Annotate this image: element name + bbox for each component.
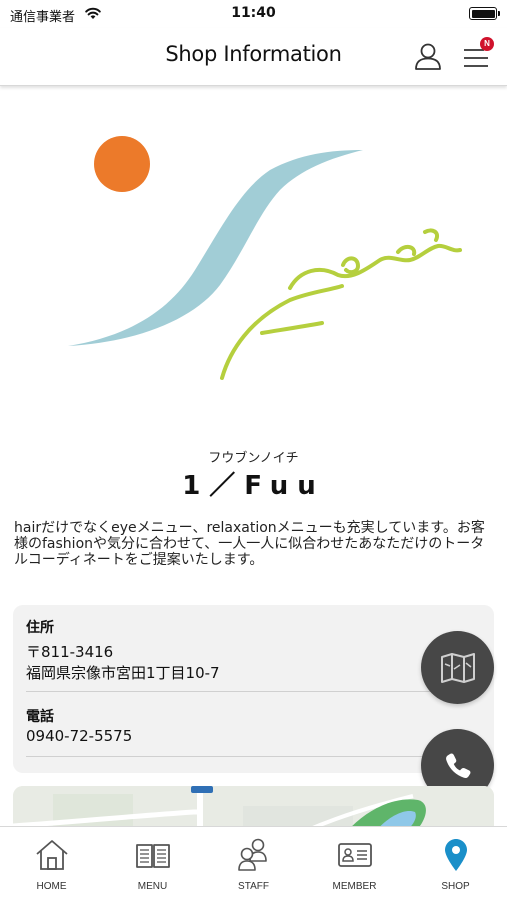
postal-code: 〒811-3416: [26, 643, 114, 661]
member-card-icon: [338, 843, 372, 867]
staff-icon: [238, 838, 267, 871]
address-text: 福岡県宗像市宮田1丁目10-7: [26, 664, 220, 682]
map-icon: [440, 652, 475, 683]
home-icon: [36, 840, 68, 870]
tab-label: SHOP: [441, 881, 470, 892]
phone-icon: [445, 752, 470, 778]
tab-staff[interactable]: STAFF: [203, 827, 304, 900]
tab-member[interactable]: MEMBER: [304, 827, 405, 900]
tab-label: MENU: [137, 881, 168, 892]
notification-badge: N: [480, 37, 494, 51]
tab-label: HOME: [36, 881, 67, 892]
tab-shop[interactable]: SHOP: [405, 827, 506, 900]
status-bar: 通信事業者 11:40: [0, 0, 507, 28]
logo-script-shape: [220, 228, 462, 380]
map-button[interactable]: [421, 631, 494, 704]
shop-description: hairだけでなくeyeメニュー、relaxationメニューも充実しています。…: [14, 520, 485, 568]
divider: [26, 691, 446, 692]
phone-number[interactable]: 0940-72-5575: [26, 727, 132, 745]
divider: [26, 756, 446, 757]
logo-sun-shape: [94, 136, 150, 192]
phone-label: 電話: [26, 709, 54, 725]
book-icon: [136, 844, 170, 868]
tab-label: MEMBER: [332, 881, 377, 892]
location-pin-icon: [445, 839, 467, 871]
tab-bar: HOME MENU STAFF MEMBER SHOP: [0, 826, 507, 900]
address-label: 住所: [26, 620, 54, 636]
tab-label: STAFF: [238, 881, 269, 892]
battery-icon: [469, 7, 500, 20]
app-header: Shop Information N: [0, 28, 507, 86]
shop-logo: [68, 136, 462, 380]
status-time: 11:40: [231, 5, 276, 21]
tab-menu[interactable]: MENU: [102, 827, 203, 900]
shop-name-kana: フウブンノイチ: [208, 451, 299, 466]
tab-home[interactable]: HOME: [1, 827, 102, 900]
shop-info-card: 住所 〒811-3416 福岡県宗像市宮田1丁目10-7 電話 0940-72-…: [13, 605, 494, 773]
user-icon[interactable]: [412, 40, 444, 72]
shop-name: 1／Fuu: [182, 471, 325, 501]
